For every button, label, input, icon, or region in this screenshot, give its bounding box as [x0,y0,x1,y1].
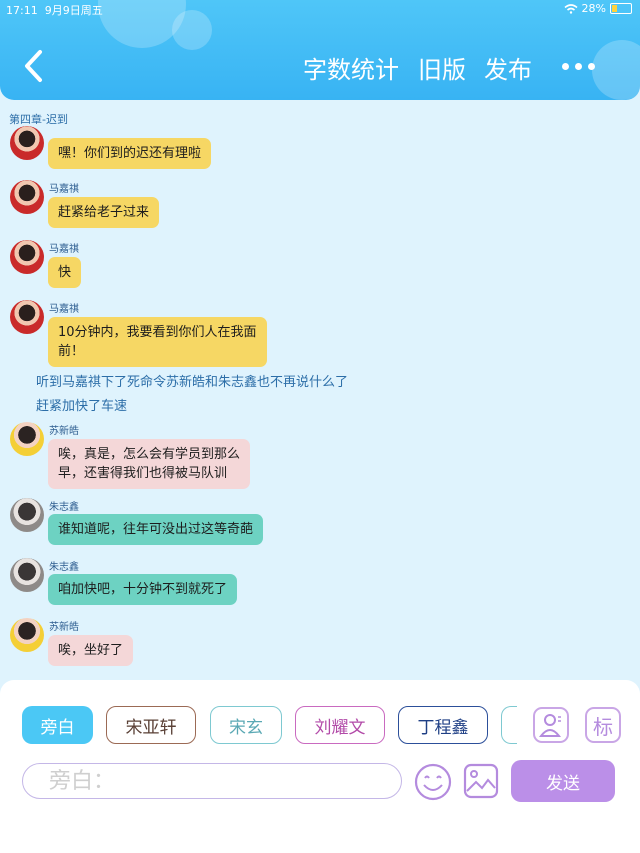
speaker-name: 马嘉祺 [49,244,79,255]
chat-bubble[interactable]: 咱加快吧，十分钟不到就死了 [48,574,238,605]
role-chip-narrator[interactable]: 旁白 [22,706,93,744]
speaker-name: 苏新皓 [49,426,79,437]
bubble-line: 唉，真是，怎么会有学员到那么 [58,447,241,462]
role-chip[interactable]: 宋玄 [210,706,282,744]
chat-bubble[interactable]: 10分钟内，我要看到你们人在我面 前！ [48,317,267,367]
send-button[interactable]: 发送 [511,760,615,802]
speaker-name: 马嘉祺 [49,184,79,195]
smiley-icon [414,763,452,801]
status-time: 17:11 9月9日周五 [6,2,103,18]
narration-text[interactable]: 赶紧加快了车速 [36,395,127,414]
role-chip[interactable]: 宋亚轩 [106,706,196,744]
top-header: 17:11 9月9日周五 28% 字数统计 旧版 发布 [0,0,640,100]
speaker-name: 马嘉祺 [49,304,79,315]
avatar[interactable] [10,558,44,592]
role-chip[interactable]: 丁程鑫 [398,706,488,744]
message-input[interactable] [22,763,402,799]
avatar[interactable] [10,126,44,160]
status-bar: 17:11 9月9日周五 28% [0,0,640,18]
status-right: 28% [564,2,632,15]
bubble-line: 早，还害得我们也得被马队训 [58,466,228,481]
person-icon [539,714,562,737]
bubble-line: 10分钟内，我要看到你们人在我面 [58,325,257,340]
publish-button[interactable]: 发布 [484,50,532,85]
date-text: 9月9日周五 [44,4,103,17]
battery-icon [610,3,632,14]
speaker-name: 朱志鑫 [49,502,79,513]
back-button[interactable] [20,48,48,84]
role-chip-partial[interactable] [501,706,517,744]
mark-button[interactable]: 标 [585,707,621,743]
image-button[interactable] [463,763,499,799]
avatar[interactable] [10,498,44,532]
chat-bubble[interactable]: 快 [48,257,82,288]
image-icon [463,763,499,799]
mark-label: 标 [593,714,613,739]
word-count-button[interactable]: 字数统计 [303,50,399,85]
manage-roles-button[interactable] [533,707,569,743]
bubble-line: 前！ [58,344,85,359]
speaker-name: 朱志鑫 [49,562,79,573]
chapter-title: 第四章-迟到 [9,113,68,126]
clock-text: 17:11 [6,4,38,17]
chat-bubble[interactable]: 嘿！你们到的迟还有理啦 [48,138,212,169]
wifi-icon [564,3,578,14]
battery-percent: 28% [581,2,606,15]
more-dot [562,62,569,70]
avatar[interactable] [10,180,44,214]
old-version-button[interactable]: 旧版 [418,50,466,85]
avatar[interactable] [10,300,44,334]
avatar[interactable] [10,240,44,274]
more-dot [588,62,595,70]
speaker-name: 苏新皓 [49,622,79,633]
narration-text[interactable]: 听到马嘉祺下了死命令苏新皓和朱志鑫也不再说什么了 [36,371,348,390]
chat-bubble[interactable]: 唉，坐好了 [48,635,134,666]
chat-bubble[interactable]: 赶紧给老子过来 [48,197,160,228]
chat-bubble[interactable]: 谁知道呢，往年可没出过这等奇葩 [48,514,264,545]
more-button[interactable] [562,54,602,78]
more-dot [575,62,582,70]
emoji-button[interactable] [413,762,453,802]
avatar[interactable] [10,618,44,652]
avatar[interactable] [10,422,44,456]
chat-bubble[interactable]: 唉，真是，怎么会有学员到那么 早，还害得我们也得被马队训 [48,439,251,489]
chevron-left-icon [25,50,42,82]
role-chip[interactable]: 刘耀文 [295,706,385,744]
